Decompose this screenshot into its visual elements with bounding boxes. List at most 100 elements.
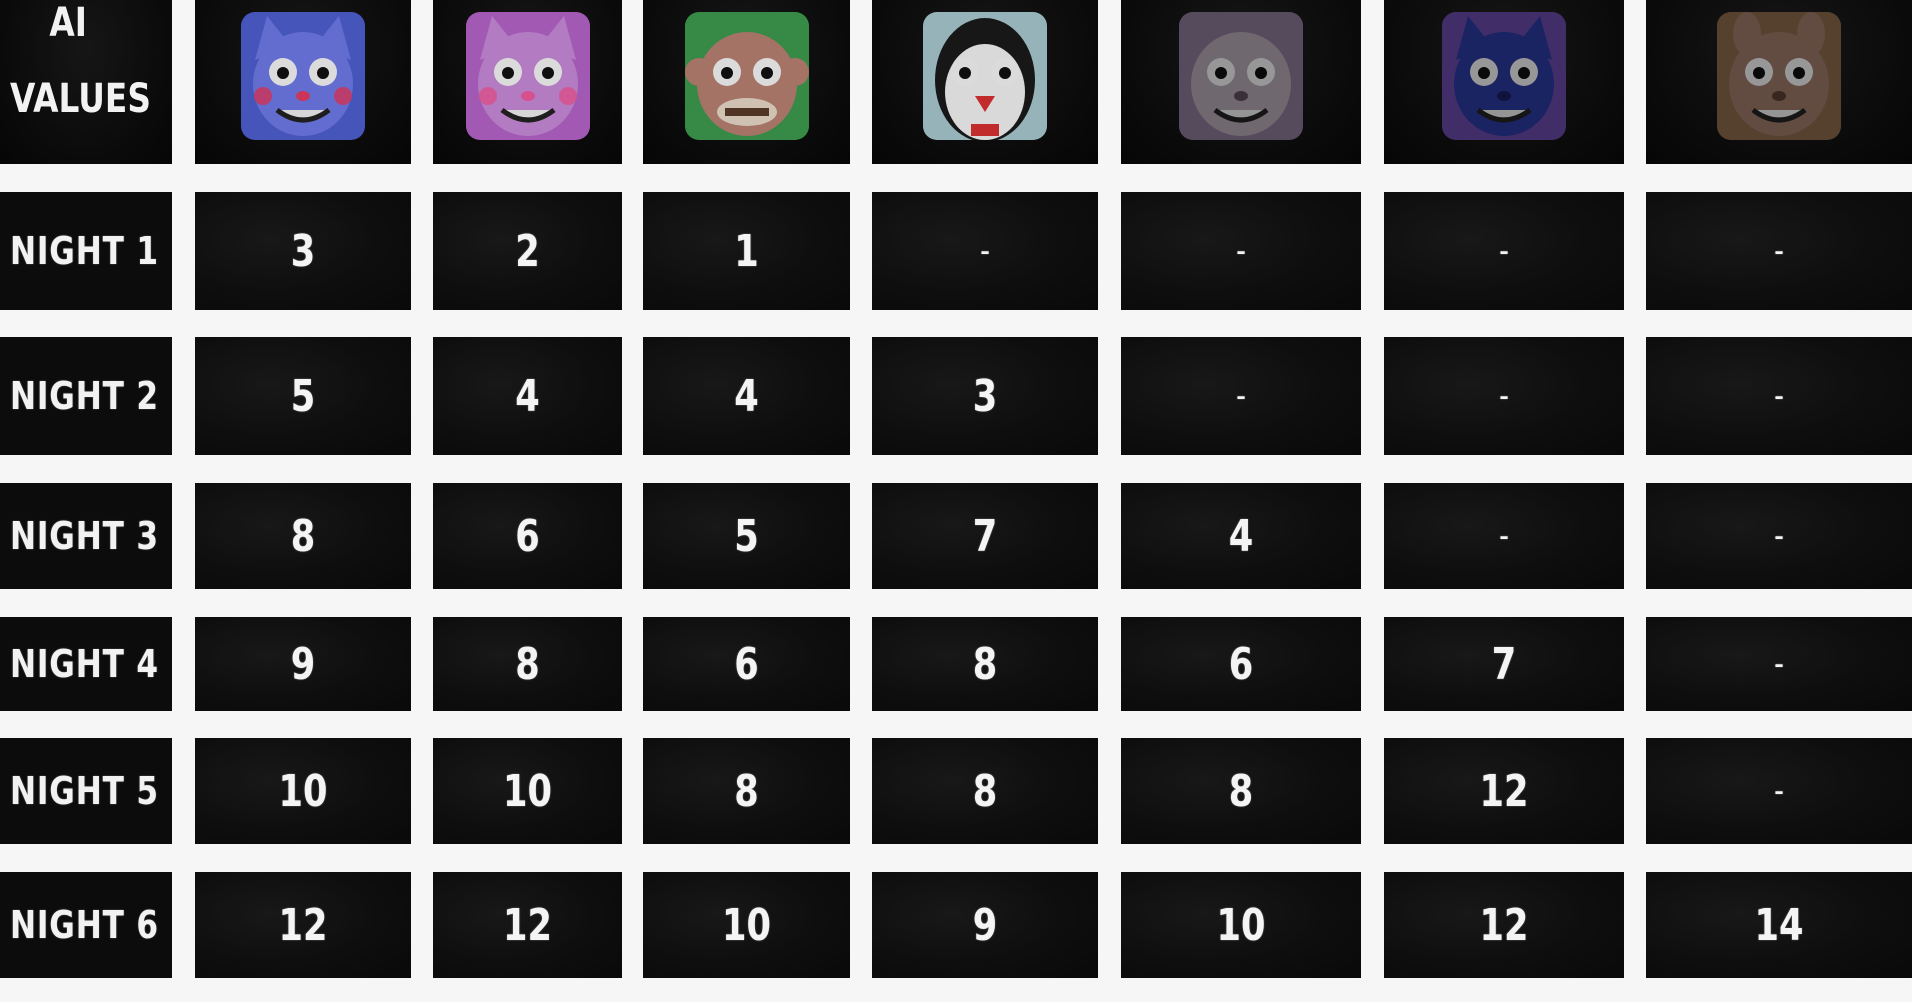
ai-value: 3 bbox=[290, 225, 316, 277]
character-portrait bbox=[1442, 12, 1566, 140]
ai-value: 8 bbox=[515, 638, 540, 690]
ai-value-cell: 12 bbox=[1384, 872, 1624, 978]
ai-value: 6 bbox=[515, 510, 540, 562]
ai-value: 5 bbox=[734, 510, 759, 562]
night-label-cell: NIGHT 1 bbox=[0, 192, 172, 310]
character-portrait bbox=[466, 12, 590, 140]
ai-value: 12 bbox=[1479, 765, 1529, 817]
ai-value-cell: - bbox=[1384, 337, 1624, 455]
ai-value: 8 bbox=[972, 765, 998, 817]
ai-value: 10 bbox=[1216, 899, 1266, 951]
ai-value-cell: - bbox=[1121, 337, 1361, 455]
ai-value-cell: 7 bbox=[872, 483, 1098, 589]
character-portrait bbox=[241, 12, 365, 140]
night-label-cell: NIGHT 2 bbox=[0, 337, 172, 455]
blank-icon bbox=[1442, 12, 1566, 140]
ai-value-cell: 5 bbox=[195, 337, 411, 455]
cindy-cat-icon bbox=[466, 12, 590, 140]
night-label: NIGHT 2 bbox=[10, 374, 159, 418]
character-header-6 bbox=[1384, 0, 1624, 164]
ai-value-cell: 10 bbox=[433, 738, 622, 844]
character-header-1 bbox=[195, 0, 411, 164]
ai-value: 8 bbox=[734, 765, 759, 817]
ai-value-cell: 7 bbox=[1384, 617, 1624, 711]
ai-value-cell: 12 bbox=[433, 872, 622, 978]
ai-value: 9 bbox=[290, 638, 316, 690]
rat-icon bbox=[1179, 12, 1303, 140]
ai-value-cell: - bbox=[1646, 337, 1912, 455]
character-header-4 bbox=[872, 0, 1098, 164]
ai-value: 8 bbox=[972, 638, 998, 690]
ai-value: 9 bbox=[972, 899, 998, 951]
ai-value: - bbox=[1499, 231, 1509, 271]
character-header-2 bbox=[433, 0, 622, 164]
ai-value-cell: - bbox=[1384, 192, 1624, 310]
ai-value: 7 bbox=[1491, 638, 1517, 690]
chester-chimp-icon bbox=[685, 12, 809, 140]
table-corner: AI VALUES bbox=[0, 0, 172, 164]
ai-value-cell: 8 bbox=[1121, 738, 1361, 844]
ai-value: 10 bbox=[722, 899, 771, 951]
night-label-cell: NIGHT 3 bbox=[0, 483, 172, 589]
ai-value: 4 bbox=[1228, 510, 1254, 562]
ai-value: 2 bbox=[515, 225, 540, 277]
table-title: AI VALUES bbox=[10, 0, 151, 142]
ai-value: 7 bbox=[972, 510, 998, 562]
ai-value: - bbox=[1774, 376, 1784, 416]
night-label-cell: NIGHT 6 bbox=[0, 872, 172, 978]
ai-value-cell: 2 bbox=[433, 192, 622, 310]
ai-value-cell: 8 bbox=[195, 483, 411, 589]
ai-value-cell: 12 bbox=[1384, 738, 1624, 844]
ai-value: 6 bbox=[1228, 638, 1254, 690]
character-portrait bbox=[1179, 12, 1303, 140]
ai-value-cell: 8 bbox=[433, 617, 622, 711]
character-header-5 bbox=[1121, 0, 1361, 164]
shadow-candy-icon bbox=[1717, 12, 1841, 140]
night-label: NIGHT 1 bbox=[10, 229, 159, 273]
ai-value-cell: 10 bbox=[1121, 872, 1361, 978]
ai-value: - bbox=[1499, 516, 1509, 556]
ai-value-cell: 10 bbox=[643, 872, 850, 978]
ai-value: 1 bbox=[734, 225, 759, 277]
ai-value-cell: - bbox=[1646, 617, 1912, 711]
ai-value-cell: - bbox=[1121, 192, 1361, 310]
ai-value: - bbox=[980, 231, 990, 271]
ai-value-cell: 8 bbox=[643, 738, 850, 844]
night-label-cell: NIGHT 4 bbox=[0, 617, 172, 711]
night-label-cell: NIGHT 5 bbox=[0, 738, 172, 844]
ai-value: 6 bbox=[734, 638, 759, 690]
ai-value-cell: 6 bbox=[1121, 617, 1361, 711]
ai-value-cell: - bbox=[1646, 483, 1912, 589]
ai-value: - bbox=[1774, 771, 1784, 811]
ai-value-cell: 3 bbox=[872, 337, 1098, 455]
ai-value: 4 bbox=[734, 370, 759, 422]
ai-value: - bbox=[1236, 231, 1246, 271]
ai-value-cell: 8 bbox=[872, 738, 1098, 844]
ai-value: 5 bbox=[290, 370, 316, 422]
ai-value-cell: - bbox=[872, 192, 1098, 310]
ai-values-table: AI VALUES NIGHT 1 3 2 1 - - - - NIGHT 2 5 4 4 3 - - - NI… bbox=[0, 0, 1912, 1002]
ai-value-cell: 4 bbox=[643, 337, 850, 455]
ai-value: 4 bbox=[515, 370, 540, 422]
ai-value: - bbox=[1236, 376, 1246, 416]
night-label: NIGHT 6 bbox=[10, 903, 159, 947]
ai-value: 12 bbox=[503, 899, 552, 951]
ai-value-cell: 14 bbox=[1646, 872, 1912, 978]
ai-value: 12 bbox=[278, 899, 328, 951]
ai-value: 3 bbox=[972, 370, 998, 422]
penguin-icon bbox=[923, 12, 1047, 140]
ai-value: - bbox=[1774, 644, 1784, 684]
ai-value-cell: 1 bbox=[643, 192, 850, 310]
ai-value-cell: 6 bbox=[433, 483, 622, 589]
ai-value-cell: 12 bbox=[195, 872, 411, 978]
character-header-3 bbox=[643, 0, 850, 164]
table-title-line2: VALUES bbox=[10, 76, 151, 122]
ai-value-cell: 4 bbox=[1121, 483, 1361, 589]
ai-value-cell: 5 bbox=[643, 483, 850, 589]
ai-value-cell: 9 bbox=[872, 872, 1098, 978]
ai-value: 8 bbox=[1228, 765, 1254, 817]
ai-value: 8 bbox=[290, 510, 316, 562]
character-portrait bbox=[923, 12, 1047, 140]
ai-value-cell: - bbox=[1384, 483, 1624, 589]
night-label: NIGHT 3 bbox=[10, 514, 159, 558]
